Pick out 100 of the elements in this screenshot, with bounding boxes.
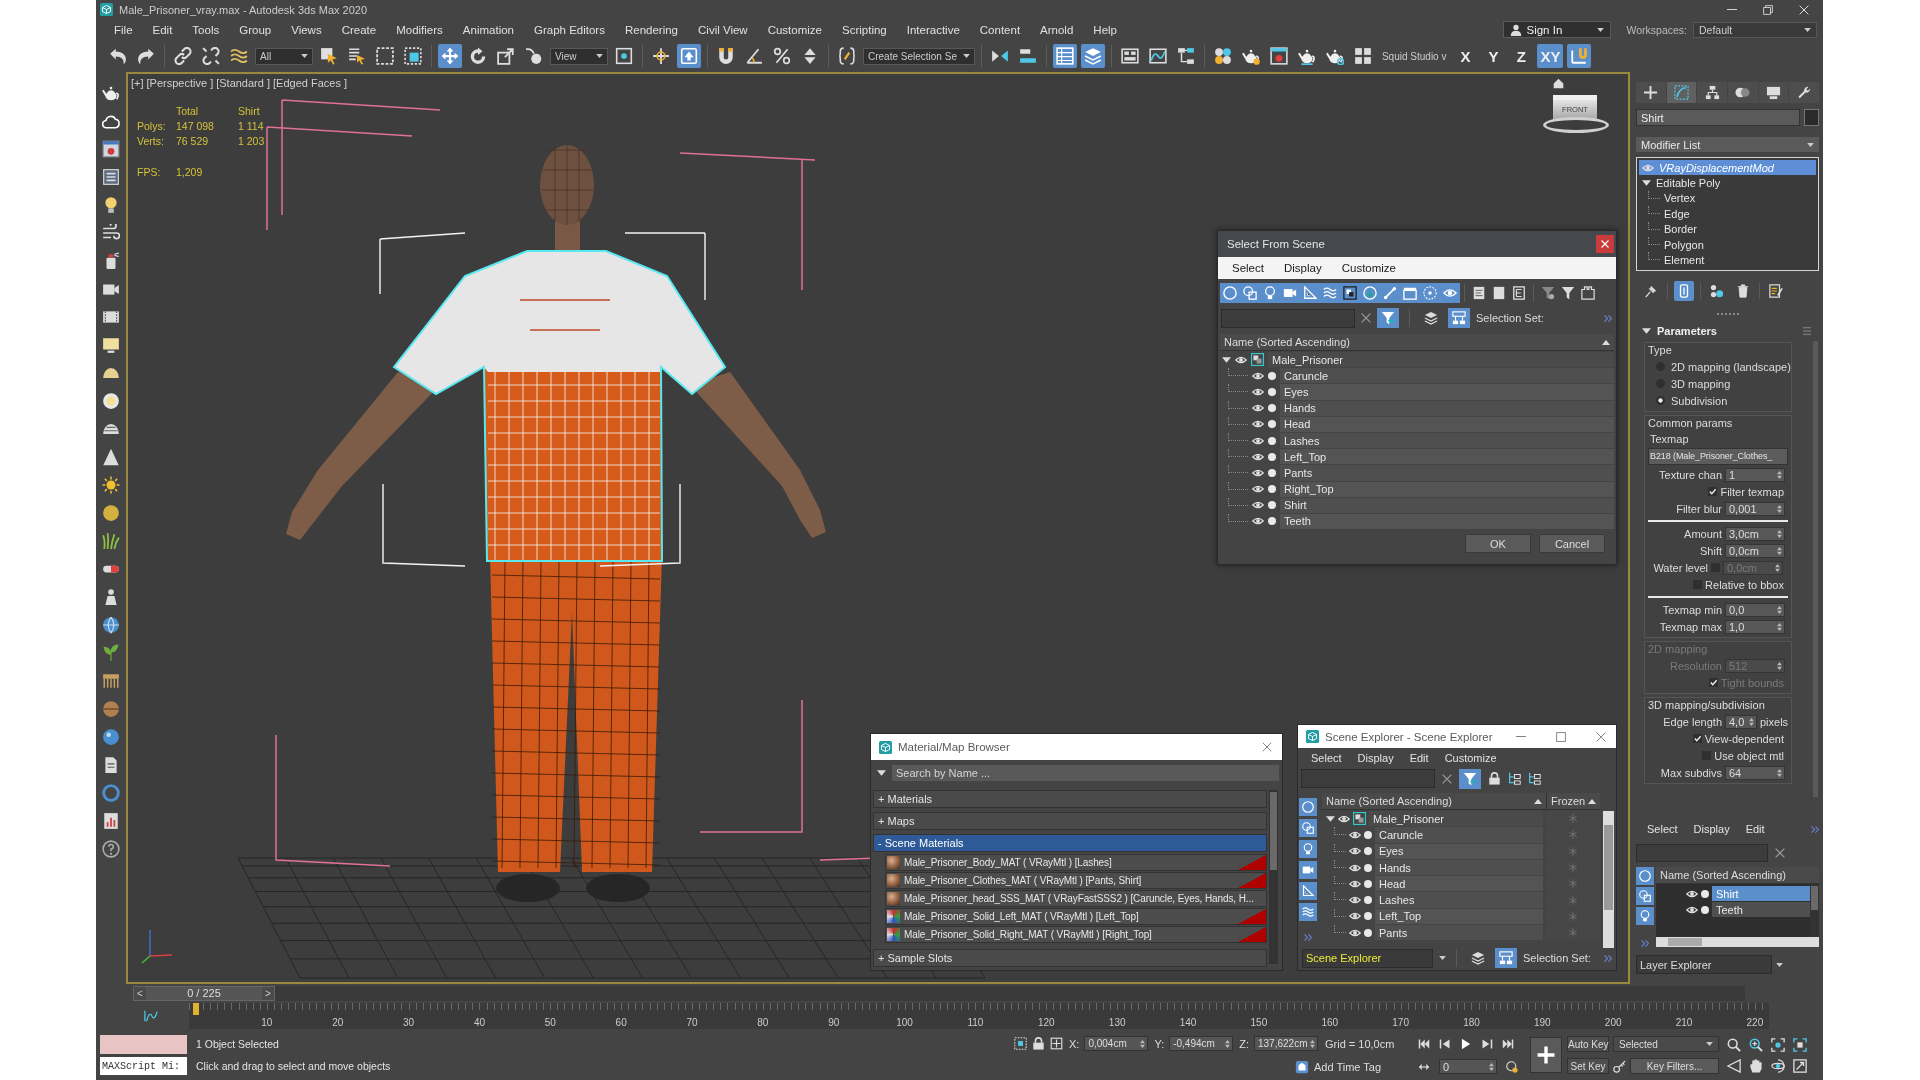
dot-icon[interactable] (1364, 847, 1372, 856)
workspaces-dropdown[interactable]: Default (1693, 21, 1817, 38)
eye-icon[interactable] (1235, 355, 1247, 364)
lock-icon[interactable] (1032, 1037, 1045, 1050)
minimize-icon[interactable] (1516, 735, 1526, 738)
modifier-stack-item[interactable]: Vertex (1639, 190, 1816, 207)
menu-item[interactable]: Group (229, 23, 282, 36)
play-icon[interactable] (1460, 1037, 1472, 1050)
figure-icon[interactable] (102, 588, 120, 606)
chart-document-icon[interactable] (102, 812, 120, 830)
house-tile-icon[interactable] (1295, 1059, 1309, 1074)
key-icon[interactable] (1613, 1059, 1626, 1073)
checkbox[interactable] (1692, 734, 1702, 743)
close-icon[interactable] (1262, 742, 1272, 752)
explorer-dropdown[interactable]: Scene Explorer (1302, 948, 1433, 968)
particle-ring-icon[interactable] (1420, 283, 1440, 303)
tree-list-icon[interactable] (1528, 772, 1541, 785)
dot-icon[interactable] (1268, 517, 1276, 526)
menu-item[interactable]: Interactive (896, 23, 970, 36)
help-icon[interactable] (102, 840, 120, 858)
toolbar-label[interactable]: Squid Studio v (1378, 50, 1450, 62)
eye-icon[interactable] (1349, 830, 1361, 839)
menu-item[interactable]: File (104, 23, 143, 36)
viewport[interactable] (126, 72, 1630, 984)
teapot-icon[interactable] (102, 84, 120, 102)
axis-constraint-button[interactable]: X (1453, 44, 1478, 68)
lock-icon[interactable] (1488, 772, 1501, 785)
time-slider-track[interactable]: < 0 / 225 > (133, 985, 1745, 1001)
curve-graph-icon[interactable] (144, 1009, 158, 1023)
clear-icon[interactable] (1775, 847, 1785, 858)
hierarchy-icon[interactable] (1495, 948, 1517, 968)
toolbar-dropdown[interactable]: All (255, 47, 313, 65)
scrollbar[interactable] (1269, 790, 1278, 964)
step-back-icon[interactable] (1439, 1037, 1451, 1050)
dot-icon[interactable] (1268, 420, 1276, 429)
menu-item[interactable]: Create (331, 23, 387, 36)
globe-icon[interactable] (102, 616, 120, 634)
previous-frame-button[interactable]: < (134, 986, 146, 1000)
axis-constraint-button[interactable]: Z (1509, 44, 1534, 68)
skip-back-icon[interactable] (1418, 1037, 1430, 1050)
eye-icon[interactable] (1252, 452, 1264, 461)
group-header[interactable]: + Sample Slots (873, 949, 1267, 967)
maxscript-listener-field[interactable] (100, 1035, 187, 1054)
dot-icon[interactable] (1364, 879, 1372, 888)
scene-tree-item[interactable]: Head (1280, 416, 1614, 432)
set-keys-button[interactable] (1530, 1037, 1562, 1073)
orbit-icon[interactable] (1771, 1058, 1785, 1073)
menu-item[interactable]: Customize (757, 23, 832, 36)
document-icon[interactable] (102, 756, 120, 774)
dot-icon[interactable] (1268, 436, 1276, 445)
spinner-field[interactable]: 0,001 (1725, 501, 1785, 516)
maximize-toggle-icon[interactable] (1793, 1058, 1807, 1073)
eye-icon[interactable] (1252, 371, 1264, 380)
sign-in-dropdown[interactable]: Sign In (1502, 21, 1611, 38)
dot-icon[interactable] (1364, 863, 1372, 872)
key-mode-dropdown[interactable]: Selected (1613, 1036, 1719, 1052)
modifier-stack-item[interactable]: Border (1639, 221, 1816, 237)
eye-icon[interactable] (1252, 387, 1264, 396)
table-icon[interactable] (1052, 44, 1077, 68)
menu-item[interactable]: Select (1222, 262, 1274, 274)
material-item[interactable]: Male_Prisoner_Solid_Right_MAT ( VRayMtl ) [Right_Top] (885, 926, 1267, 943)
comb-icon[interactable] (102, 672, 120, 690)
menu-item[interactable]: Edit (1737, 823, 1773, 835)
spinner-arrows-icon[interactable] (1777, 622, 1782, 631)
menu-item[interactable]: Scripting (832, 23, 897, 36)
scene-tree-item[interactable]: Left_Top (1280, 449, 1614, 465)
sphere-icon[interactable] (102, 392, 120, 410)
dot-icon[interactable] (1268, 501, 1276, 510)
spinner-arrows-icon[interactable] (1749, 717, 1754, 726)
menu-item[interactable]: Tools (182, 23, 230, 36)
menu-item[interactable]: Content (969, 23, 1031, 36)
maxscript-listener-field[interactable]: MAXScript Mi: (100, 1057, 187, 1075)
spinner-arrows-icon[interactable] (1775, 563, 1780, 572)
close-icon[interactable] (1596, 731, 1606, 742)
menu-item[interactable]: Edit (142, 23, 183, 36)
spinner-arrows-icon[interactable] (1777, 470, 1782, 479)
dot-icon[interactable] (1701, 905, 1709, 914)
eye-icon[interactable] (1349, 896, 1361, 905)
menu-item[interactable]: Select (1303, 752, 1350, 764)
eye-icon[interactable] (1252, 404, 1264, 413)
menu-item[interactable]: Customize (1331, 262, 1406, 274)
expand-arrow-icon[interactable] (1222, 356, 1231, 363)
eye-icon[interactable] (1686, 889, 1698, 898)
film-strip-icon[interactable] (102, 308, 120, 326)
hand-icon[interactable] (1749, 1058, 1763, 1073)
ring-icon[interactable] (102, 784, 120, 802)
menu-item[interactable]: Display (1349, 752, 1402, 764)
eye-icon[interactable] (1349, 863, 1361, 872)
group-header[interactable]: - Scene Materials (873, 834, 1267, 852)
circle-icon[interactable] (1299, 798, 1317, 816)
double-chevron-icon[interactable] (1304, 934, 1312, 941)
rollout-header[interactable]: Parameters (1636, 323, 1811, 339)
spinner-arrows-icon[interactable] (1777, 504, 1782, 513)
eye-icon[interactable] (1349, 928, 1361, 937)
scrollbar[interactable] (1603, 811, 1614, 948)
boxed-cross-icon[interactable] (1050, 1037, 1063, 1050)
scene-tree-item[interactable]: Pants (1280, 465, 1614, 481)
double-chevron-icon[interactable] (1811, 825, 1819, 833)
material-item[interactable]: Male_Prisoner_Body_MAT ( VRayMtl ) [Lashes] (885, 854, 1267, 871)
scene-tree-item[interactable]: Pants (1375, 925, 1543, 941)
